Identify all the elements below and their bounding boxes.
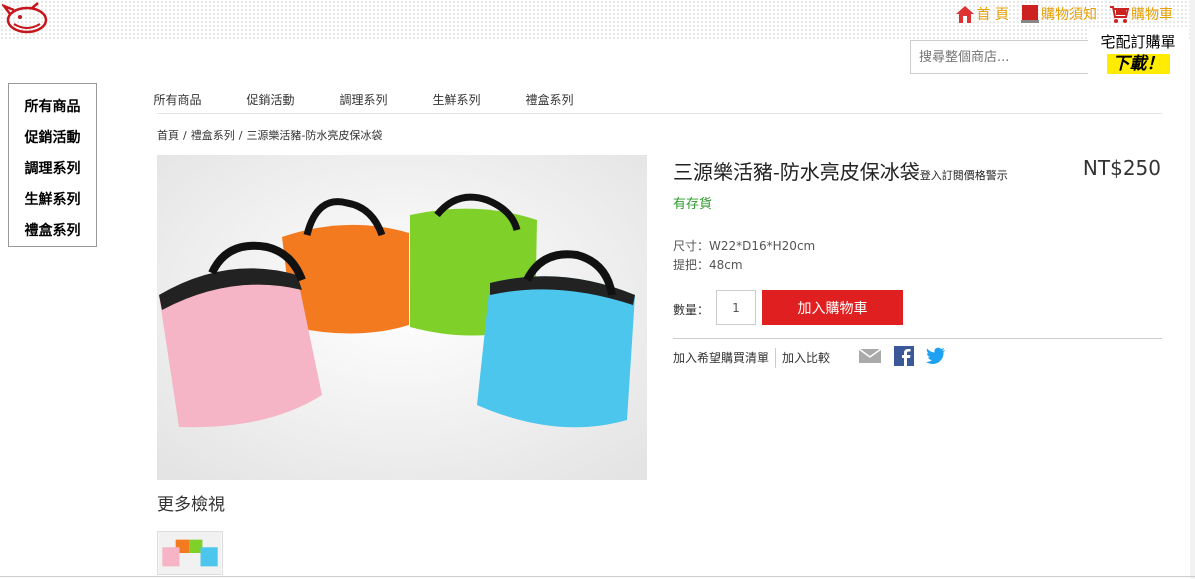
shopping-notice-label: 購物須知 [1041, 7, 1097, 23]
nav-item-gift-box[interactable]: 禮盒系列 [503, 86, 596, 113]
shopping-notice-link[interactable]: 購物須知 [1021, 4, 1097, 24]
notice-icon [1021, 5, 1039, 23]
add-to-cart-button[interactable]: 加入購物車 [762, 290, 903, 325]
email-share-icon[interactable] [858, 347, 882, 369]
scrollbar[interactable] [1190, 0, 1195, 579]
add-to-compare-link[interactable]: 加入比較 [776, 348, 830, 368]
cart-icon [1110, 6, 1129, 23]
share-links [858, 346, 946, 370]
home-link-label: 首 頁 [976, 7, 1009, 23]
twitter-share-icon[interactable] [926, 347, 946, 369]
side-menu: 所有商品 促銷活動 調理系列 生鮮系列 禮盒系列 [8, 83, 97, 247]
breadcrumb: 首頁 / 禮盒系列 / 三源樂活豬-防水亮皮保冰袋 [157, 127, 382, 143]
home-link[interactable]: 首 頁 [955, 4, 1009, 24]
product-title-row: 三源樂活豬-防水亮皮保冰袋登入訂閱價格警示 [673, 156, 1008, 185]
breadcrumb-current: 三源樂活豬-防水亮皮保冰袋 [246, 129, 383, 142]
breadcrumb-home[interactable]: 首頁 [157, 129, 179, 142]
pig-logo-icon[interactable] [2, 2, 50, 38]
facebook-share-icon[interactable] [894, 346, 914, 370]
divider [673, 338, 1162, 339]
product-price: NT$250 [1082, 156, 1161, 180]
search-input[interactable] [910, 40, 1090, 74]
product-specs: 尺寸：W22*D16*H20cm 提把：48cm [673, 237, 815, 275]
promo-title: 宅配訂購單 [1100, 33, 1176, 51]
product-title: 三源樂活豬-防水亮皮保冰袋 [673, 160, 920, 184]
nav-item-fresh[interactable]: 生鮮系列 [410, 86, 503, 113]
nav-item-prepared[interactable]: 調理系列 [317, 86, 410, 113]
order-form-promo: 宅配訂購單 下載！ [1088, 28, 1188, 78]
more-views-heading: 更多檢視 [157, 495, 225, 515]
quantity-input[interactable] [716, 290, 756, 325]
breadcrumb-separator: / [238, 129, 243, 142]
home-icon [955, 6, 974, 23]
sidebar-item-gift-box[interactable]: 禮盒系列 [9, 216, 96, 247]
sidebar-item-fresh[interactable]: 生鮮系列 [9, 185, 96, 216]
sidebar-item-all-products[interactable]: 所有商品 [9, 92, 96, 123]
stock-status: 有存貨 [673, 197, 713, 212]
quantity-label: 數量： [673, 303, 710, 317]
spec-handle: 提把：48cm [673, 258, 743, 272]
spec-size: 尺寸：W22*D16*H20cm [673, 239, 816, 253]
main-nav: 所有商品 促銷活動 調理系列 生鮮系列 禮盒系列 [153, 86, 1162, 114]
product-actions: 加入希望購買清單 加入比較 [673, 348, 830, 368]
cart-link[interactable]: 購物車 [1109, 4, 1173, 24]
nav-item-promotions[interactable]: 促銷活動 [224, 86, 317, 113]
sidebar-item-promotions[interactable]: 促銷活動 [9, 123, 96, 154]
add-to-wishlist-link[interactable]: 加入希望購買清單 [673, 348, 777, 368]
cart-link-label: 購物車 [1131, 7, 1173, 23]
promo-download-button[interactable]: 下載！ [1106, 54, 1170, 74]
price-alert-login-link[interactable]: 登入訂閱價格警示 [920, 169, 1008, 182]
top-links: 首 頁 購物須知 購物車 [955, 4, 1173, 24]
product-thumbnail[interactable] [157, 531, 223, 575]
product-image[interactable] [157, 155, 647, 480]
breadcrumb-separator: / [183, 129, 187, 142]
breadcrumb-category[interactable]: 禮盒系列 [191, 129, 235, 142]
bottom-divider [0, 576, 1195, 577]
sidebar-item-prepared[interactable]: 調理系列 [9, 154, 96, 185]
nav-item-all-products[interactable]: 所有商品 [131, 86, 224, 113]
